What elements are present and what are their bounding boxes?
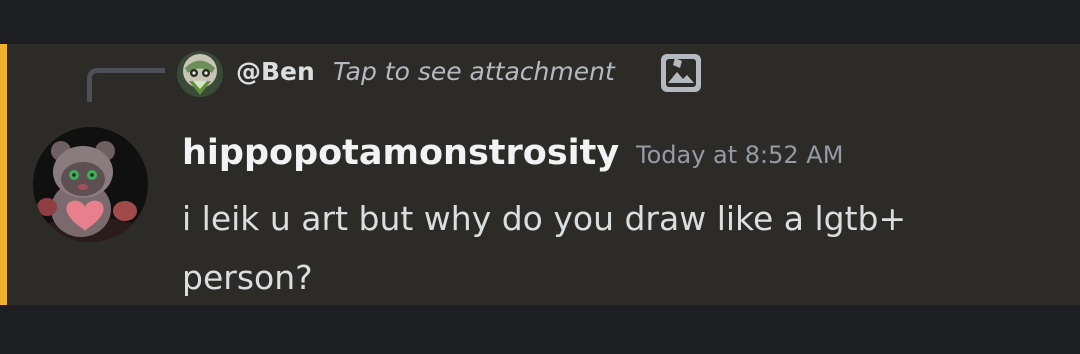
reply-preview-text[interactable]: Tap to see attachment xyxy=(333,54,615,90)
reply-avatar-icon[interactable] xyxy=(177,51,223,97)
message-content: i leik u art but why do you draw like a … xyxy=(182,199,907,297)
message-timestamp: Today at 8:52 AM xyxy=(636,141,844,169)
plush-bear-avatar-icon xyxy=(33,127,148,242)
message-author[interactable]: hippopotamonstrosity xyxy=(182,131,619,175)
image-icon[interactable] xyxy=(660,53,702,93)
message-container[interactable]: @Ben Tap to see attachment hippopotamons… xyxy=(0,44,1080,305)
mention-highlight-bar xyxy=(0,44,7,305)
user-avatar-icon[interactable] xyxy=(33,127,148,242)
reply-spine xyxy=(87,68,165,102)
ben-avatar-icon xyxy=(177,51,223,97)
reply-author[interactable]: @Ben xyxy=(236,54,315,90)
